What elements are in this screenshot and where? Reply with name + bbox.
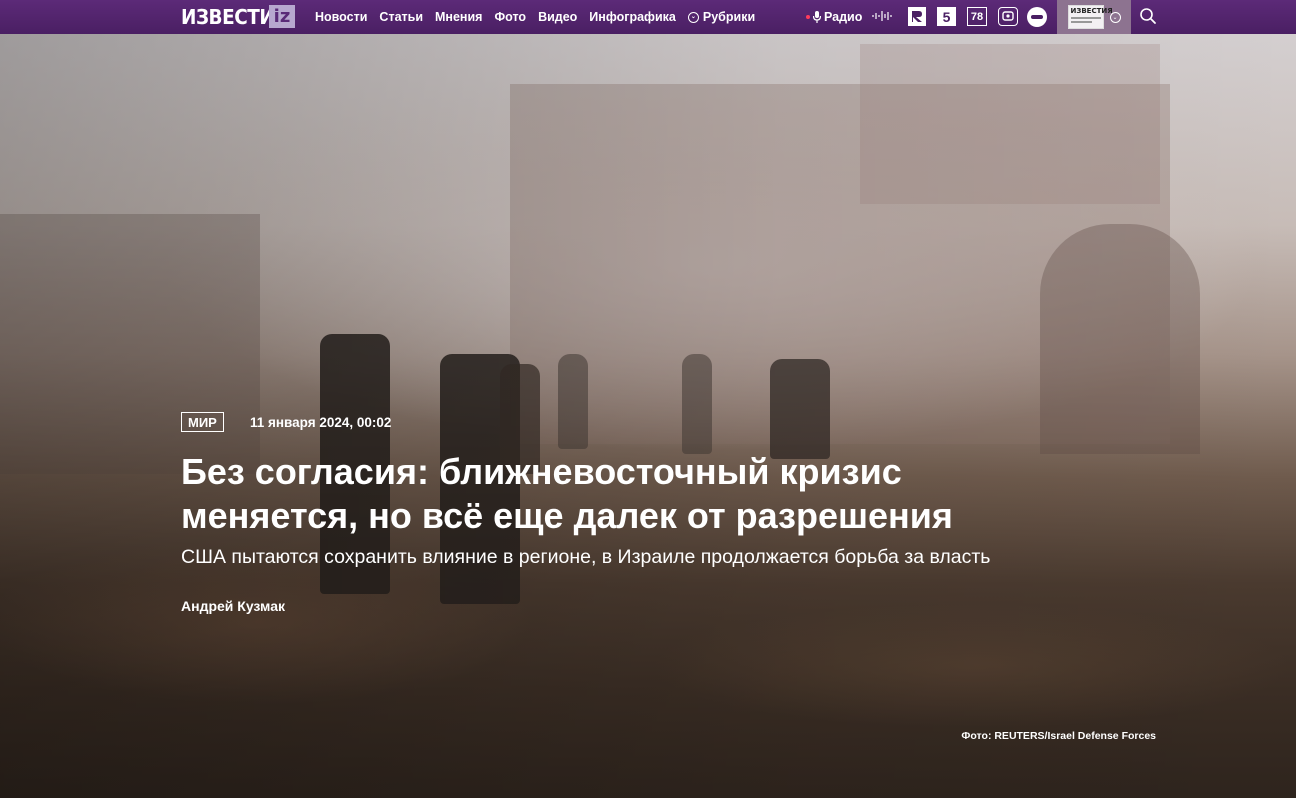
newspaper-line	[1070, 17, 1101, 19]
partner-dom-icon[interactable]	[998, 7, 1018, 26]
ren-logo-icon	[912, 11, 922, 22]
nav-rubrics-label: Рубрики	[702, 10, 756, 24]
site-logo[interactable]: ИЗВЕСТИЯ iz	[181, 4, 297, 30]
radio-label: Радио	[824, 10, 863, 24]
circle-logo-icon	[1031, 15, 1043, 19]
partner-channel-78[interactable]: 78	[967, 7, 987, 26]
author-link[interactable]: Андрей Кузмак	[181, 598, 285, 614]
nav-news[interactable]: Новости	[315, 10, 367, 24]
radio-wave-icon[interactable]	[872, 9, 894, 23]
newspaper-edition-button[interactable]: ИЗВЕСТИЯ ⌄	[1057, 0, 1131, 34]
article-hero: МИР 11 января 2024, 00:02 Без согласия: …	[0, 34, 1296, 798]
chevron-down-icon: ⌄	[1109, 11, 1121, 23]
newspaper-thumbnail: ИЗВЕСТИЯ	[1067, 5, 1113, 29]
search-icon[interactable]	[1139, 7, 1157, 25]
newspaper-title: ИЗВЕСТИЯ	[1070, 7, 1113, 15]
radio-button[interactable]: Радио	[806, 0, 862, 34]
nav-rubrics[interactable]: ⌄ Рубрики	[687, 10, 756, 24]
logo-iz-badge: iz	[269, 5, 295, 28]
microphone-icon	[813, 11, 821, 23]
rubric-tag[interactable]: МИР	[181, 412, 224, 432]
top-navigation-bar: ИЗВЕСТИЯ iz Новости Статьи Мнения Фото В…	[0, 0, 1296, 34]
partner-ren-tv-icon[interactable]	[908, 7, 926, 26]
article-subtitle: США пытаются сохранить влияние в регионе…	[181, 546, 991, 568]
nav-opinions[interactable]: Мнения	[435, 10, 482, 24]
chevron-down-icon: ⌄	[687, 11, 699, 23]
tv-screen-icon	[1002, 11, 1014, 21]
nav-photo[interactable]: Фото	[494, 10, 526, 24]
photo-credit: Фото: REUTERS/Israel Defense Forces	[961, 730, 1156, 742]
newspaper-line	[1070, 21, 1092, 23]
partner-zvezda-icon[interactable]	[1027, 7, 1047, 27]
article-title: Без согласия: ближневосточный кризис мен…	[181, 451, 953, 536]
publish-date: 11 января 2024, 00:02	[250, 415, 392, 430]
nav-infographics[interactable]: Инфографика	[589, 10, 676, 24]
partner-channel-5[interactable]: 5	[937, 7, 956, 26]
main-nav: Новости Статьи Мнения Фото Видео Инфогра…	[315, 0, 767, 34]
live-indicator-icon	[806, 15, 810, 19]
nav-video[interactable]: Видео	[538, 10, 577, 24]
nav-articles[interactable]: Статьи	[379, 10, 423, 24]
